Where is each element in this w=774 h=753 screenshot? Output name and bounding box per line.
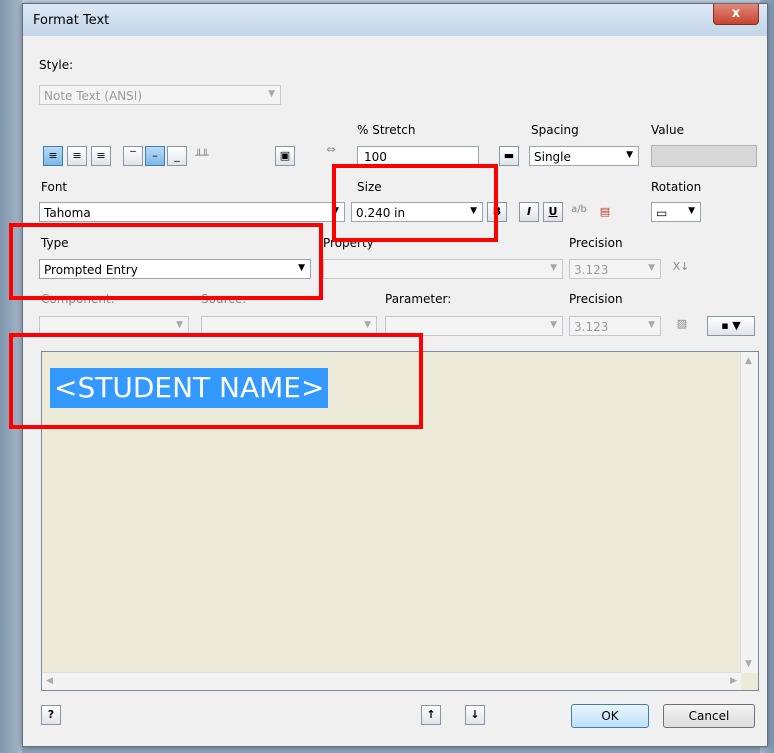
horizontal-scrollbar[interactable]: ◀ ▶ <box>42 672 741 690</box>
font-value: Tahoma <box>44 206 91 220</box>
type-value: Prompted Entry <box>44 263 138 277</box>
insert-symbol-icon[interactable]: ▨ <box>669 314 695 338</box>
chevron-down-icon: ▼ <box>176 320 183 330</box>
chevron-down-icon: ▼ <box>550 320 557 330</box>
bold-button[interactable]: B <box>487 202 507 222</box>
precision-label: Precision <box>569 236 623 250</box>
rotation-icon: ▭ <box>656 206 668 220</box>
stretch-label: % Stretch <box>357 123 416 137</box>
chevron-down-icon: ▼ <box>268 89 275 99</box>
add-parameter-icon[interactable]: X↓ <box>669 257 693 281</box>
rotation-combo[interactable]: ▭ ▼ <box>651 202 701 222</box>
chevron-down-icon: ▼ <box>364 320 371 330</box>
precision-value-2: 3.123 <box>574 320 609 334</box>
precision-label-2: Precision <box>569 292 623 306</box>
size-combo[interactable]: 0.240 in ▼ <box>351 202 483 222</box>
chevron-down-icon: ▼ <box>332 206 339 216</box>
stack-fraction-icon[interactable]: a/b <box>569 200 589 224</box>
title-bar: Format Text x <box>23 4 767 36</box>
text-editor[interactable]: <STUDENT NAME> ▲ ▼ ◀ ▶ <box>41 351 759 691</box>
window-title: Format Text <box>33 13 110 28</box>
format-text-dialog: Format Text x Style: Note Text (ANSI) ▼ … <box>22 3 768 747</box>
value-field[interactable] <box>651 145 757 167</box>
component-combo[interactable]: ▼ <box>39 316 189 336</box>
chevron-down-icon: ▼ <box>688 206 695 216</box>
type-label: Type <box>41 236 69 250</box>
parameter-combo[interactable]: ▼ <box>385 316 563 336</box>
cancel-button[interactable]: Cancel <box>663 704 755 728</box>
selected-text: <STUDENT NAME> <box>50 368 329 408</box>
background-left <box>0 0 22 753</box>
scroll-up-icon[interactable]: ▲ <box>745 356 752 366</box>
help-icon[interactable]: ? <box>41 705 61 725</box>
font-combo[interactable]: Tahoma ▼ <box>39 202 345 222</box>
scroll-down-icon[interactable]: ▼ <box>745 659 752 669</box>
style-label: Style: <box>39 58 74 72</box>
ok-button[interactable]: OK <box>571 704 649 728</box>
chevron-down-icon: ▼ <box>470 206 477 216</box>
chevron-down-icon: ▼ <box>550 263 557 273</box>
close-button[interactable]: x <box>713 4 759 25</box>
stretch-icon: ⇔ <box>326 143 336 156</box>
text-frame-icon[interactable]: ▣ <box>275 146 295 166</box>
align-right-button[interactable]: ≡ <box>91 146 111 166</box>
align-center-button[interactable]: ≡ <box>67 146 87 166</box>
component-label: Component: <box>41 292 115 306</box>
property-label: Property <box>323 236 374 250</box>
rotation-label: Rotation <box>651 180 702 194</box>
chevron-down-icon: ▼ <box>648 263 655 273</box>
value-label: Value <box>651 123 684 137</box>
property-combo[interactable]: ▼ <box>323 259 563 279</box>
chevron-down-icon: ▼ <box>626 150 633 160</box>
scroll-left-icon[interactable]: ◀ <box>46 676 53 686</box>
precision-combo[interactable]: 3.123 ▼ <box>569 259 661 279</box>
align-bottom-button[interactable]: _ <box>167 146 187 166</box>
move-up-icon[interactable]: ↑ <box>421 705 441 725</box>
stretch-input[interactable]: 100 <box>357 146 479 166</box>
size-value: 0.240 in <box>356 206 406 220</box>
spacing-combo[interactable]: Single ▼ <box>529 146 639 166</box>
symbol-picker-button[interactable]: ▪ ▼ <box>707 316 755 336</box>
underline-button[interactable]: U <box>543 202 563 222</box>
chevron-down-icon: ▼ <box>298 263 305 273</box>
spacing-value: Single <box>534 150 571 164</box>
baseline-align-icon[interactable]: ╨╨ <box>189 146 215 166</box>
line-spacing-icon[interactable]: ▬ <box>499 146 519 166</box>
move-down-icon[interactable]: ↓ <box>465 705 485 725</box>
font-label: Font <box>41 180 68 194</box>
parameter-label: Parameter: <box>385 292 452 306</box>
precision-value: 3.123 <box>574 263 609 277</box>
align-left-button[interactable]: ≡ <box>43 146 63 166</box>
type-combo[interactable]: Prompted Entry ▼ <box>39 259 311 279</box>
italic-button[interactable]: I <box>519 202 539 222</box>
stretch-value: 100 <box>364 150 387 164</box>
precision-combo-2[interactable]: 3.123 ▼ <box>569 316 661 336</box>
source-combo[interactable]: ▼ <box>201 316 377 336</box>
scroll-right-icon[interactable]: ▶ <box>730 676 737 686</box>
chevron-down-icon: ▼ <box>648 320 655 330</box>
spacing-label: Spacing <box>531 123 579 137</box>
vertical-scrollbar[interactable]: ▲ ▼ <box>740 352 758 673</box>
source-label: Source: <box>201 292 247 306</box>
align-middle-button[interactable]: – <box>145 146 165 166</box>
size-label: Size <box>357 180 382 194</box>
align-top-button[interactable]: ‾ <box>123 146 143 166</box>
style-value: Note Text (ANSI) <box>44 89 143 103</box>
text-color-icon[interactable]: ▤ <box>595 202 615 222</box>
style-combo[interactable]: Note Text (ANSI) ▼ <box>39 85 281 105</box>
